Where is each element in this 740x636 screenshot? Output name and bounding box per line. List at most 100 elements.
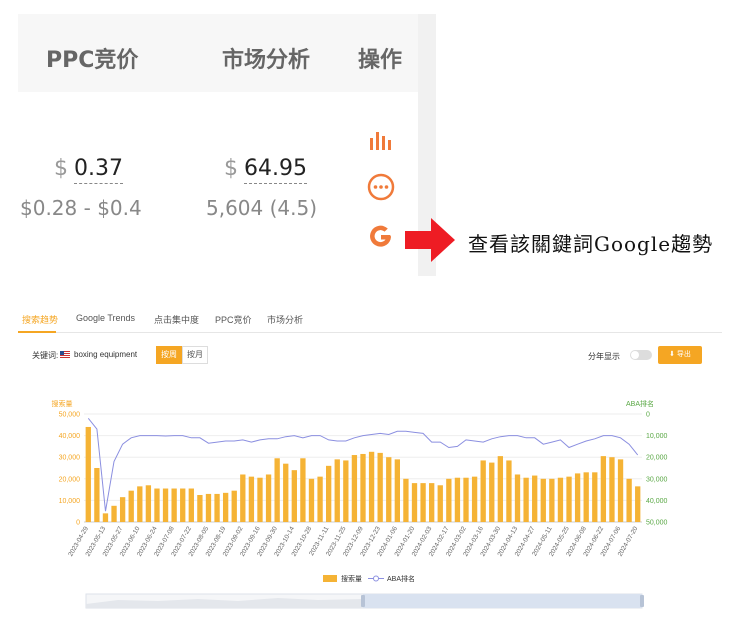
tab-ppc-bid[interactable]: PPC竞价 [215, 313, 252, 326]
volume-bar [317, 476, 323, 522]
volume-bar [171, 488, 177, 522]
monthly-button[interactable]: 按月 [182, 346, 208, 364]
volume-bar [119, 497, 126, 522]
column-header-actions: 操作 [358, 48, 403, 73]
split-year-label: 分年显示 [588, 352, 620, 361]
volume-bar [343, 460, 349, 522]
volume-bar [308, 478, 315, 522]
bar-chart-icon[interactable] [366, 126, 396, 156]
volume-bar [429, 483, 435, 522]
right-tick-label: 10,000 [646, 433, 668, 440]
volume-bar [291, 470, 297, 522]
volume-bar [257, 477, 263, 522]
volume-bar [128, 490, 134, 522]
volume-bar [326, 465, 332, 522]
keyword-table-crop: PPC竞价 市场分析 操作 $0.37 $0.28 - $0.4 $64.95 … [18, 14, 436, 276]
us-flag-icon [60, 351, 70, 358]
volume-bar [222, 492, 229, 522]
volume-bar [394, 459, 400, 522]
volume-bar [523, 477, 529, 522]
volume-bar [248, 476, 255, 522]
tab-google-trends[interactable]: Google Trends [76, 313, 135, 323]
export-button[interactable]: ⬇ 导出 [658, 346, 702, 364]
volume-bar [566, 476, 572, 522]
volume-bar [85, 426, 91, 522]
volume-bar [463, 477, 469, 522]
left-tick-label: 0 [76, 520, 80, 527]
export-label: 导出 [676, 351, 691, 358]
volume-bar [283, 463, 289, 522]
volume-bar [497, 456, 504, 522]
legend-volume-label: 搜索量 [341, 574, 362, 583]
volume-bar [145, 485, 152, 522]
trend-tabs: 搜索趋势 Google Trends 点击集中度 PPC竞价 市场分析 [18, 300, 722, 333]
volume-bar [420, 483, 426, 522]
volume-bar [205, 493, 212, 522]
ppc-range: $0.28 - $0.4 [20, 196, 142, 220]
right-tick-label: 30,000 [646, 476, 668, 483]
left-tick-label: 30,000 [59, 455, 81, 462]
market-price[interactable]: $64.95 [224, 156, 307, 184]
keyword-value: boxing equipment [74, 350, 138, 359]
table-header-row: PPC竞价 市场分析 操作 [18, 14, 418, 92]
tab-market-analysis[interactable]: 市场分析 [267, 313, 303, 326]
volume-bar [162, 488, 169, 522]
volume-bar [197, 495, 203, 522]
weekly-button[interactable]: 按周 [156, 346, 182, 364]
ppc-value: 0.37 [74, 156, 123, 184]
volume-bar [549, 478, 555, 522]
volume-bar [583, 472, 589, 522]
volume-bar [377, 452, 383, 522]
ppc-currency: $ [54, 156, 68, 181]
volume-bar [471, 476, 478, 522]
volume-bar [454, 477, 461, 522]
volume-bar [626, 478, 632, 522]
left-tick-label: 20,000 [59, 476, 81, 483]
split-year-switch[interactable] [630, 350, 652, 360]
volume-bar [480, 460, 486, 522]
red-arrow-icon [405, 218, 455, 262]
left-tick-label: 40,000 [59, 433, 81, 440]
ppc-price[interactable]: $0.37 [54, 156, 123, 184]
right-tick-label: 50,000 [646, 520, 668, 527]
volume-bar [137, 486, 143, 522]
volume-bar [180, 488, 186, 522]
market-sub: 5,604 (4.5) [206, 196, 318, 220]
volume-bar [411, 483, 418, 522]
left-tick-label: 50,000 [59, 412, 81, 419]
volume-bar [386, 457, 392, 522]
active-tab-indicator [18, 331, 56, 333]
column-header-ppc: PPC竞价 [46, 48, 139, 73]
legend-volume-swatch [323, 575, 337, 582]
volume-bar [489, 462, 495, 522]
google-icon[interactable] [366, 222, 396, 252]
legend-rank-marker [373, 575, 379, 582]
volume-bar [351, 455, 358, 522]
volume-bar [360, 453, 366, 522]
volume-bar [154, 488, 160, 522]
tab-search-trend[interactable]: 搜索趋势 [22, 313, 58, 326]
volume-bar [635, 486, 641, 522]
volume-bar [111, 505, 117, 522]
market-value: 64.95 [244, 156, 307, 184]
volume-bar [592, 472, 598, 522]
left-axis-title: 搜索量 [52, 399, 73, 408]
column-header-market: 市场分析 [222, 48, 311, 73]
right-tick-label: 40,000 [646, 498, 668, 505]
volume-bar [231, 490, 237, 522]
right-tick-label: 0 [646, 412, 650, 419]
volume-bar [214, 493, 220, 522]
period-toggle: 按周 按月 [156, 346, 208, 364]
trend-panel: 搜索趋势 Google Trends 点击集中度 PPC竞价 市场分析 关键词:… [18, 300, 722, 636]
zoom-selection[interactable] [363, 594, 642, 608]
zoom-handle-left[interactable] [361, 595, 365, 607]
tab-click-concentration[interactable]: 点击集中度 [154, 313, 199, 326]
volume-bar [574, 473, 581, 522]
zoom-handle-right[interactable] [640, 595, 644, 607]
volume-bar [240, 474, 246, 522]
volume-bar [368, 451, 375, 522]
keyword-label: 关键词: [32, 351, 59, 360]
volume-bar [300, 458, 306, 522]
more-icon[interactable] [366, 172, 396, 202]
volume-bar [102, 513, 109, 522]
